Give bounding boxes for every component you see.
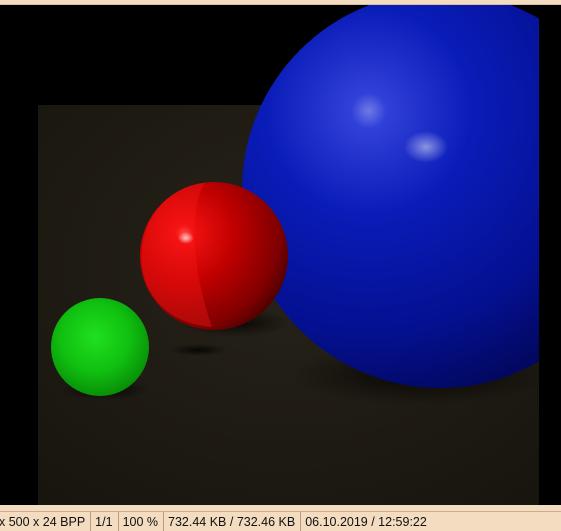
- status-page: 1/1: [95, 512, 119, 531]
- image-viewport[interactable]: [0, 5, 539, 505]
- green-sphere: [51, 298, 149, 396]
- statusbar: x 500 x 24 BPP 1/1 100 % 732.44 KB / 732…: [0, 511, 561, 531]
- status-filesize: 732.44 KB / 732.46 KB: [168, 512, 302, 531]
- red-sphere-highlight: [178, 232, 194, 244]
- blue-sphere-highlight: [404, 131, 448, 163]
- rendered-scene: [38, 5, 539, 505]
- status-datetime: 06.10.2019 / 12:59:22: [305, 514, 427, 529]
- status-zoom: 100 %: [123, 512, 165, 531]
- red-sphere-reflection-shadow: [168, 344, 228, 356]
- right-gutter: [539, 5, 561, 505]
- status-dimensions: x 500 x 24 BPP: [0, 512, 92, 531]
